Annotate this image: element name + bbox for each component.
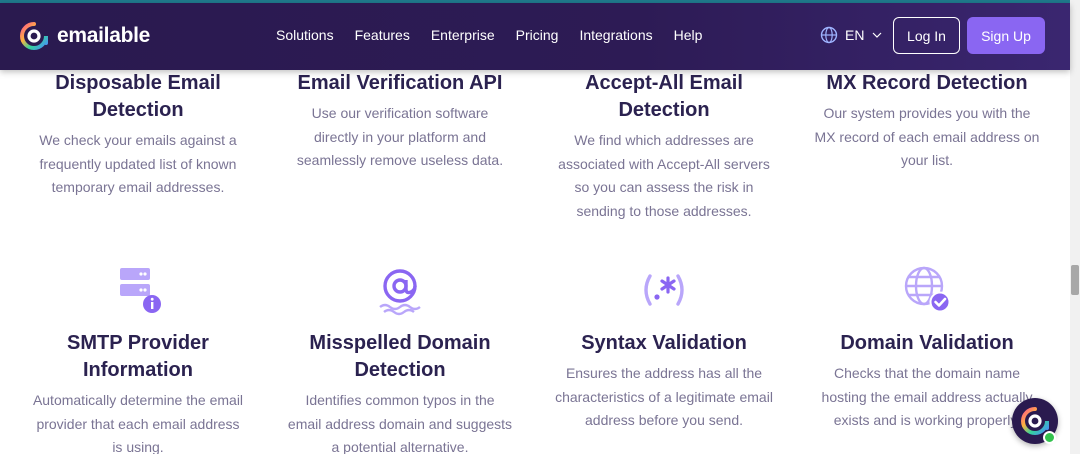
nav-integrations[interactable]: Integrations [579, 27, 652, 43]
feature-description: We check your emails against a frequentl… [39, 132, 237, 196]
regex-syntax-icon [644, 274, 684, 306]
signup-button[interactable]: Sign Up [967, 17, 1045, 54]
feature-description: Our system provides you with the MX reco… [814, 105, 1040, 169]
nav-pricing[interactable]: Pricing [516, 27, 559, 43]
logo-text: emailable [57, 24, 151, 47]
feature-title: Domain Validation [840, 332, 1014, 354]
feature-syntax-validation: Syntax Validation Ensures the address ha… [544, 264, 784, 433]
feature-misspelled-domain: Misspelled Domain Detection Identifies c… [280, 264, 520, 454]
scrollbar-thumb[interactable] [1071, 265, 1079, 295]
feature-description: Automatically determine the email provid… [32, 392, 244, 454]
feature-title: SMTP Provider Information [67, 332, 209, 381]
globe-check-icon [904, 266, 951, 313]
feature-accept-all: Accept-All Email Detection We find which… [544, 70, 784, 223]
feature-title: Accept-All Email Detection [585, 72, 743, 121]
site-header: emailable Solutions Features Enterprise … [0, 3, 1070, 70]
feature-description: We find which addresses are associated w… [558, 132, 770, 219]
chevron-down-icon [873, 32, 882, 38]
feature-email-verification-api: Email Verification API Use our verificat… [280, 70, 520, 173]
globe-icon [820, 26, 838, 44]
page-scrollbar[interactable] [1070, 0, 1080, 454]
feature-domain-validation: Domain Validation Checks that the domain… [806, 264, 1048, 433]
nav-help[interactable]: Help [674, 27, 703, 43]
nav-enterprise[interactable]: Enterprise [431, 27, 495, 43]
emailable-logo-icon [20, 22, 48, 50]
feature-title: Syntax Validation [581, 332, 747, 354]
login-button[interactable]: Log In [893, 17, 960, 54]
feature-smtp-provider: SMTP Provider Information Automatically … [18, 264, 258, 454]
language-selector[interactable]: EN [820, 26, 883, 44]
logo[interactable]: emailable [19, 21, 150, 51]
nav-solutions[interactable]: Solutions [276, 27, 334, 43]
feature-description: Ensures the address has all the characte… [555, 365, 773, 429]
language-label: EN [845, 27, 865, 43]
feature-title: Disposable Email Detection [55, 72, 221, 121]
online-status-dot [1043, 431, 1056, 444]
feature-disposable-email: Disposable Email Detection We check your… [18, 70, 258, 200]
feature-title: Email Verification API [297, 72, 503, 94]
feature-title: Misspelled Domain Detection [309, 332, 491, 381]
feature-title: MX Record Detection [826, 72, 1028, 94]
at-sign-icon [379, 269, 421, 316]
server-info-icon [120, 268, 161, 313]
feature-mx-record: MX Record Detection Our system provides … [806, 70, 1048, 173]
main-nav: Solutions Features Enterprise Pricing In… [276, 27, 723, 43]
nav-features[interactable]: Features [355, 27, 410, 43]
feature-description: Use our verification software directly i… [296, 105, 504, 169]
feature-description: Identifies common typos in the email add… [287, 392, 513, 454]
